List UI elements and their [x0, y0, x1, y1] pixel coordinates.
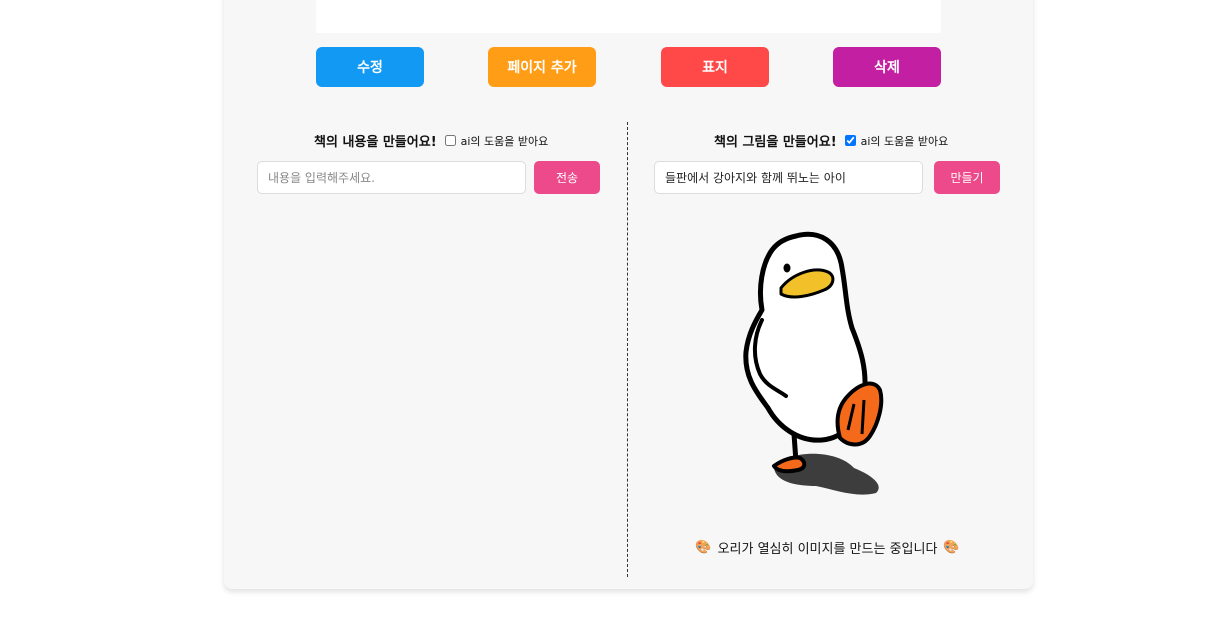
image-status-text: 오리가 열심히 이미지를 만드는 중입니다: [717, 542, 938, 557]
palette-icon: 🎨: [943, 540, 960, 555]
content-ai-checkbox[interactable]: [444, 135, 456, 146]
duck-icon: [743, 231, 884, 495]
create-button[interactable]: 만들기: [934, 161, 1000, 194]
add-page-button[interactable]: 페이지 추가: [488, 47, 596, 87]
delete-button[interactable]: 삭제: [833, 47, 941, 87]
image-status-line: 🎨 오리가 열심히 이미지를 만드는 중입니다 🎨: [640, 538, 1015, 557]
submit-button[interactable]: 전송: [534, 161, 600, 194]
palette-icon: 🎨: [695, 540, 712, 555]
image-ai-checkbox[interactable]: [844, 135, 856, 146]
book-editor-card: [224, 0, 1033, 589]
image-ai-label[interactable]: ai의 도움을 받아요: [861, 133, 949, 149]
panel-divider: [627, 122, 628, 577]
image-heading: 책의 그림을 만들어요!: [714, 135, 837, 150]
edit-button[interactable]: 수정: [316, 47, 424, 87]
page-preview: [316, 0, 941, 33]
content-heading: 책의 내용을 만들어요!: [314, 135, 437, 150]
cover-button[interactable]: 표지: [661, 47, 769, 87]
content-input[interactable]: [257, 161, 526, 194]
image-heading-row: 책의 그림을 만들어요! ai의 도움을 받아요: [714, 131, 949, 151]
image-prompt-input[interactable]: [654, 161, 923, 194]
content-heading-row: 책의 내용을 만들어요! ai의 도움을 받아요: [314, 131, 549, 151]
content-ai-label[interactable]: ai의 도움을 받아요: [461, 133, 549, 149]
